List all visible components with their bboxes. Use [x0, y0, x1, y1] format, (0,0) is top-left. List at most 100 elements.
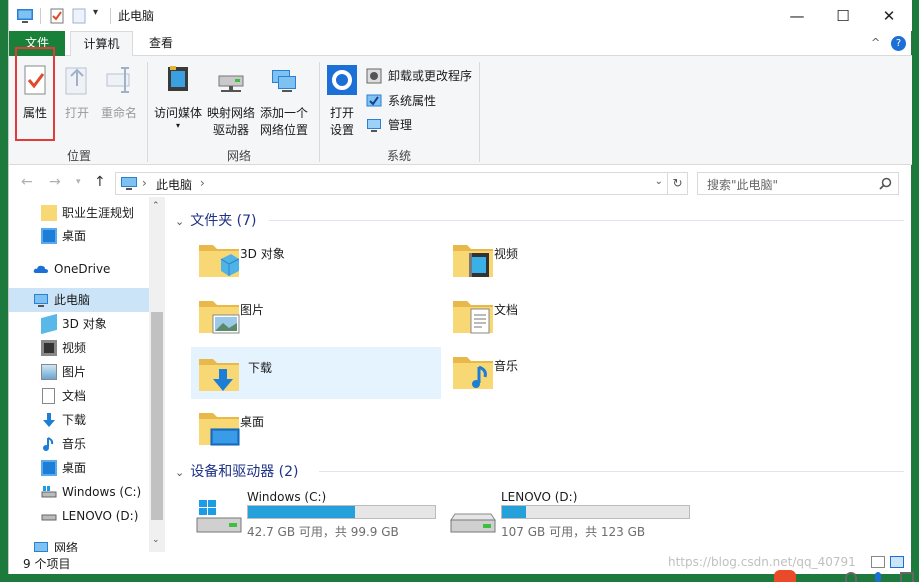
- ime-logo-icon[interactable]: [774, 570, 796, 582]
- folder-pictures[interactable]: 图片: [183, 289, 433, 341]
- rename-label: 重命名: [100, 106, 137, 120]
- open-icon: [65, 67, 87, 95]
- this-pc-icon: [17, 9, 33, 23]
- ime-tray: [770, 570, 919, 582]
- forward-arrow-icon[interactable]: →: [49, 174, 61, 190]
- cube-icon: [41, 313, 57, 335]
- drive-icon: [41, 514, 57, 521]
- help-icon[interactable]: ?: [891, 36, 906, 51]
- sidebar-item-documents[interactable]: 文档: [9, 384, 149, 408]
- folder-videos[interactable]: 视频: [437, 233, 687, 285]
- collapse-chevron-icon: ⌄: [175, 466, 185, 479]
- sidebar-item-videos[interactable]: 视频: [9, 336, 149, 360]
- microphone-icon[interactable]: [875, 572, 881, 582]
- sidebar-item-music[interactable]: 音乐: [9, 432, 149, 456]
- tab-view[interactable]: 查看: [137, 31, 185, 56]
- sidebar-label: 职业生涯规划: [62, 206, 135, 220]
- tab-computer[interactable]: 计算机: [70, 31, 133, 57]
- breadcrumb-separator-2[interactable]: ›: [200, 176, 205, 190]
- drives-header-label: 设备和驱动器 (2): [190, 464, 299, 480]
- drives-section-header[interactable]: ⌄ 设备和驱动器 (2): [175, 461, 299, 481]
- qat-dropdown-icon[interactable]: ▾: [93, 7, 98, 18]
- address-dropdown-icon[interactable]: ⌄: [655, 176, 663, 187]
- map-drive-label-1: 映射网络: [206, 106, 255, 120]
- collapse-ribbon-icon[interactable]: ^: [871, 36, 880, 49]
- open-button[interactable]: 打开: [61, 64, 93, 122]
- section-divider: [269, 220, 904, 221]
- maximize-button[interactable]: ☐: [820, 0, 866, 31]
- sidebar-item-onedrive[interactable]: OneDrive: [9, 257, 149, 281]
- rename-button[interactable]: 重命名: [99, 64, 139, 122]
- manage-button[interactable]: 管理: [366, 114, 412, 136]
- up-arrow-icon[interactable]: ↑: [94, 174, 106, 190]
- details-view-icon[interactable]: [871, 556, 885, 568]
- new-folder-qat-icon[interactable]: [72, 8, 86, 24]
- drive-usage-bar: [247, 505, 436, 519]
- add-network-location-button[interactable]: 添加一个 网络位置: [259, 64, 309, 139]
- uninstall-button[interactable]: 卸载或更改程序: [366, 65, 472, 87]
- search-box[interactable]: 搜索"此电脑": [697, 172, 899, 195]
- folder-desktop[interactable]: 桌面: [183, 401, 433, 453]
- sidebar-item-career[interactable]: 职业生涯规划: [9, 201, 149, 225]
- folder-documents[interactable]: 文档: [437, 289, 687, 341]
- uninstall-icon: [366, 68, 382, 84]
- sidebar-label: 音乐: [62, 437, 87, 451]
- folder-3d-objects[interactable]: 3D 对象: [183, 233, 433, 285]
- back-arrow-icon[interactable]: ←: [21, 174, 33, 190]
- tiles-view-icon[interactable]: [890, 556, 904, 568]
- minimize-button[interactable]: —: [774, 0, 820, 31]
- drive-detail: 107 GB 可用，共 123 GB: [501, 525, 646, 539]
- drive-d[interactable]: LENOVO (D:) 107 GB 可用，共 123 GB: [449, 490, 709, 542]
- properties-highlight-box: [15, 47, 55, 141]
- close-button[interactable]: ✕: [866, 0, 912, 31]
- breadcrumb-this-pc[interactable]: 此电脑: [156, 176, 192, 193]
- settings-gear-icon: [327, 65, 357, 95]
- folder-icon: [41, 205, 57, 221]
- folder-label: 桌面: [240, 415, 265, 429]
- map-drive-label-2: 驱动器: [212, 123, 249, 137]
- uninstall-label: 卸载或更改程序: [388, 69, 473, 83]
- open-settings-button[interactable]: 打开 设置: [325, 64, 359, 139]
- emoji-icon[interactable]: [845, 572, 857, 582]
- folder-music[interactable]: 音乐: [437, 345, 687, 397]
- network-group-label: 网络: [226, 149, 251, 163]
- sidebar-item-pictures[interactable]: 图片: [9, 360, 149, 384]
- scroll-down-icon[interactable]: ⌄: [152, 535, 160, 545]
- sidebar-label: OneDrive: [54, 262, 111, 276]
- folder-label: 3D 对象: [240, 247, 285, 261]
- sidebar-item-desktop-quick[interactable]: 桌面: [9, 224, 149, 248]
- map-drive-button[interactable]: 映射网络 驱动器: [206, 64, 256, 139]
- properties-qat-icon[interactable]: [50, 8, 64, 24]
- folders-section-header[interactable]: ⌄ 文件夹 (7): [175, 210, 257, 230]
- folder-label: 音乐: [494, 359, 519, 373]
- desktop-icon: [41, 460, 57, 476]
- download-arrow-icon: [43, 413, 55, 427]
- scroll-thumb[interactable]: [151, 312, 163, 520]
- drive-usage-bar: [501, 505, 690, 519]
- sidebar-item-3d-objects[interactable]: 3D 对象: [9, 312, 149, 336]
- sidebar-item-drive-d[interactable]: LENOVO (D:): [9, 504, 149, 528]
- system-properties-button[interactable]: 系统属性: [366, 90, 436, 112]
- navigation-pane: 职业生涯规划 桌面 OneDrive 此电脑 3D 对象 视频 图片 文档 下载…: [9, 197, 166, 552]
- section-divider: [319, 471, 904, 472]
- drive-c[interactable]: Windows (C:) 42.7 GB 可用，共 99.9 GB: [195, 490, 455, 542]
- access-media-button[interactable]: 访问媒体 ▾: [152, 64, 204, 130]
- sidebar-item-this-pc[interactable]: 此电脑: [9, 288, 149, 312]
- address-bar[interactable]: › 此电脑 › ⌄: [115, 172, 668, 195]
- sidebar-item-drive-c[interactable]: Windows (C:): [9, 480, 149, 504]
- scroll-up-icon[interactable]: ⌃: [152, 201, 160, 211]
- sidebar-scrollbar[interactable]: ⌃ ⌄: [149, 197, 165, 552]
- refresh-button[interactable]: ↻: [668, 172, 688, 195]
- folder-downloads[interactable]: 下载: [191, 347, 441, 399]
- sidebar-label: 桌面: [62, 229, 87, 243]
- sidebar-item-desktop[interactable]: 桌面: [9, 456, 149, 480]
- breadcrumb-separator[interactable]: ›: [142, 176, 147, 190]
- add-location-label-1: 添加一个: [259, 106, 308, 120]
- sidebar-label: 此电脑: [54, 293, 91, 307]
- sidebar-item-network[interactable]: 网络: [9, 536, 149, 552]
- sidebar-item-downloads[interactable]: 下载: [9, 408, 149, 432]
- keyboard-icon[interactable]: [900, 572, 914, 582]
- drive-icon: [450, 513, 496, 533]
- sidebar-label: 图片: [62, 365, 87, 379]
- recent-dropdown-icon[interactable]: ▾: [76, 177, 81, 187]
